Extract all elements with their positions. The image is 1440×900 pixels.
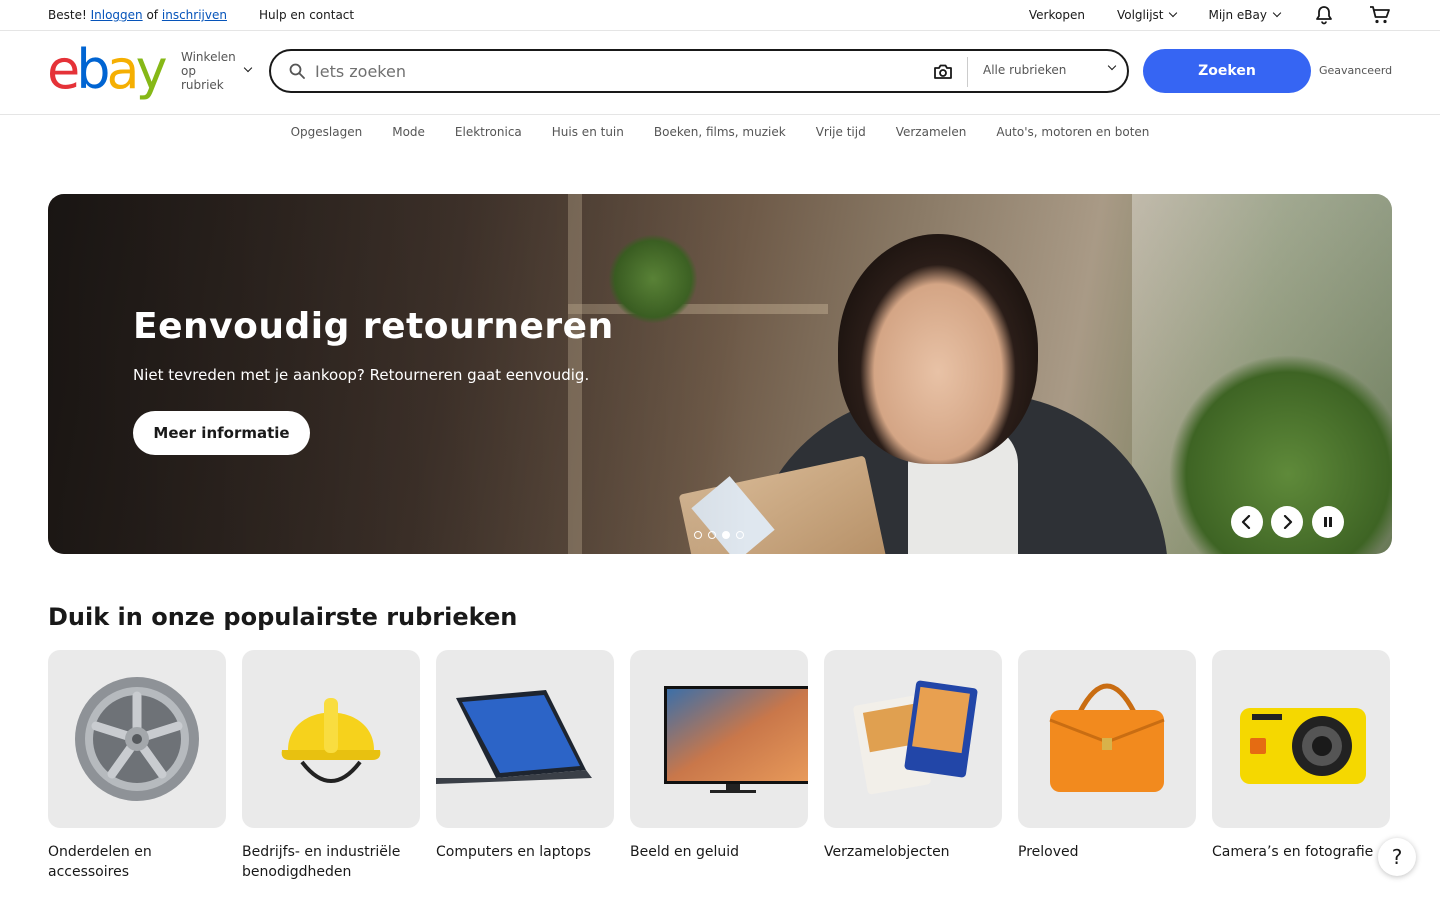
carousel-indicators xyxy=(694,531,744,539)
category-card-preloved[interactable]: Preloved xyxy=(1018,650,1196,882)
search-divider xyxy=(967,57,968,87)
bell-icon xyxy=(1316,6,1332,25)
sell-link[interactable]: Verkopen xyxy=(1029,8,1085,22)
nav-item-leisure[interactable]: Vrije tijd xyxy=(816,125,866,139)
television-icon xyxy=(664,686,808,793)
category-label: Beeld en geluid xyxy=(630,844,740,860)
carousel-dot[interactable] xyxy=(694,531,702,539)
category-image xyxy=(48,650,226,828)
cart-button[interactable] xyxy=(1368,4,1392,26)
laptop-icon xyxy=(436,690,592,784)
hero-title: Eenvoudig retourneren xyxy=(133,306,614,347)
or-text: of xyxy=(146,8,159,22)
camera-icon xyxy=(1240,708,1366,784)
watchlist-menu[interactable]: Volglijst xyxy=(1116,8,1178,22)
category-label: Preloved xyxy=(1018,844,1079,860)
logo-letter-e: e xyxy=(47,38,80,101)
pause-icon xyxy=(1324,517,1332,527)
category-label: Computers en laptops xyxy=(436,844,591,860)
carousel-dot-active[interactable] xyxy=(722,531,730,539)
category-cards: Onderdelen en accessoires Bedrijfs- en i… xyxy=(48,650,1390,882)
category-image xyxy=(436,650,614,828)
category-card-industrial[interactable]: Bedrijfs- en industriële benodigdheden xyxy=(242,650,420,882)
nav-item-saved[interactable]: Opgeslagen xyxy=(291,125,363,139)
carousel-prev-button[interactable] xyxy=(1231,506,1263,538)
search-input[interactable] xyxy=(315,59,915,83)
logo-letter-y: y xyxy=(135,38,168,101)
search-bar: Alle rubrieken xyxy=(269,49,1129,93)
chevron-down-icon xyxy=(1272,8,1282,18)
chevron-down-icon xyxy=(243,63,253,73)
main-header: ebay Winkelen op rubriek Alle rubrieken … xyxy=(0,31,1440,115)
category-select[interactable]: Alle rubrieken xyxy=(983,63,1066,77)
category-image xyxy=(630,650,808,828)
nav-item-fashion[interactable]: Mode xyxy=(392,125,425,139)
advanced-search-link[interactable]: Geavanceerd xyxy=(1319,64,1392,77)
chevron-down-icon xyxy=(1107,61,1117,71)
category-image xyxy=(1018,650,1196,828)
category-label: Camera’s en fotografie xyxy=(1212,844,1374,860)
help-contact-link[interactable]: Hulp en contact xyxy=(259,8,354,22)
category-card-tv-audio[interactable]: Beeld en geluid xyxy=(630,650,808,882)
wheel-rim-icon xyxy=(75,677,199,801)
carousel-dot[interactable] xyxy=(736,531,744,539)
category-card-parts[interactable]: Onderdelen en accessoires xyxy=(48,650,226,882)
learn-more-button[interactable]: Meer informatie xyxy=(133,411,310,455)
person-head xyxy=(838,234,1038,464)
search-button[interactable]: Zoeken xyxy=(1143,49,1311,93)
nav-item-motors[interactable]: Auto's, motoren en boten xyxy=(996,125,1149,139)
category-card-collectibles[interactable]: Verzamelobjecten xyxy=(824,650,1002,882)
category-card-cameras[interactable]: Camera’s en fotografie xyxy=(1212,650,1390,882)
search-icon xyxy=(289,63,305,79)
category-nav: Opgeslagen Mode Elektronica Huis en tuin… xyxy=(0,125,1440,139)
category-image xyxy=(242,650,420,828)
logo-letter-b: b xyxy=(76,38,110,101)
my-ebay-menu[interactable]: Mijn eBay xyxy=(1208,8,1282,22)
category-image xyxy=(1212,650,1390,828)
sell-label: Verkopen xyxy=(1028,8,1085,22)
hero-banner: Eenvoudig retourneren Niet tevreden met … xyxy=(48,194,1392,554)
carousel-next-button[interactable] xyxy=(1271,506,1303,538)
help-button[interactable]: ? xyxy=(1378,838,1416,876)
nav-item-books-movies-music[interactable]: Boeken, films, muziek xyxy=(654,125,786,139)
hero-subtitle: Niet tevreden met je aankoop? Retournere… xyxy=(133,366,590,384)
my-ebay-label: Mijn eBay xyxy=(1208,8,1267,22)
greeting-text: Beste! xyxy=(48,8,87,22)
chevron-left-icon xyxy=(1241,515,1251,529)
carousel-dot[interactable] xyxy=(708,531,716,539)
notifications-button[interactable] xyxy=(1312,4,1336,26)
category-image xyxy=(824,650,1002,828)
sign-in-prompt: Beste! Inloggen of inschrijven xyxy=(48,8,227,22)
trading-cards-icon xyxy=(853,680,978,795)
category-label: Bedrijfs- en industriële benodigdheden xyxy=(242,844,401,880)
nav-item-collectibles[interactable]: Verzamelen xyxy=(896,125,967,139)
chevron-down-icon xyxy=(1169,8,1178,18)
shop-by-category-button[interactable]: Winkelen op rubriek xyxy=(181,50,241,92)
nav-item-home-garden[interactable]: Huis en tuin xyxy=(552,125,624,139)
logo-letter-a: a xyxy=(106,38,140,101)
login-link[interactable]: Inloggen xyxy=(91,8,143,22)
ebay-logo[interactable]: ebay xyxy=(47,38,168,101)
category-card-computers[interactable]: Computers en laptops xyxy=(436,650,614,882)
category-label: Onderdelen en accessoires xyxy=(48,844,152,880)
watchlist-label: Volglijst xyxy=(1116,8,1164,22)
section-title: Duik in onze populairste rubrieken xyxy=(48,603,518,631)
camera-search-icon[interactable] xyxy=(933,63,953,81)
cart-icon xyxy=(1370,6,1390,24)
nav-item-electronics[interactable]: Elektronica xyxy=(455,125,522,139)
category-label: Verzamelobjecten xyxy=(824,844,950,860)
handbag-icon xyxy=(1049,683,1165,792)
top-utility-bar: Beste! Inloggen of inschrijven Hulp en c… xyxy=(0,0,1440,31)
carousel-pause-button[interactable] xyxy=(1312,506,1344,538)
register-link[interactable]: inschrijven xyxy=(162,8,227,22)
chevron-right-icon xyxy=(1283,515,1293,529)
hard-hat-icon xyxy=(281,698,381,783)
